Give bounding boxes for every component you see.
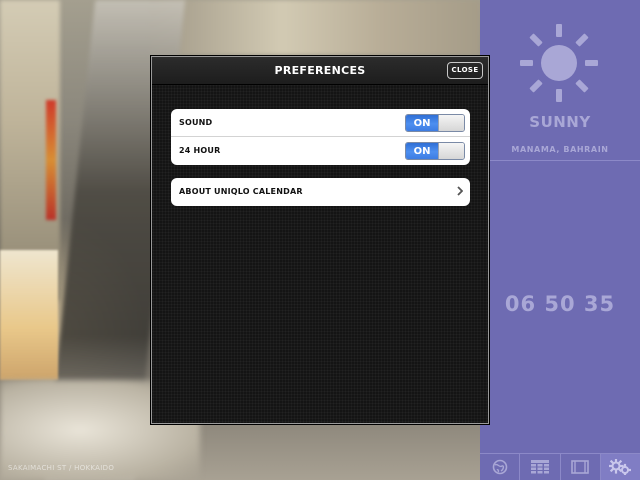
toggle-state: ON	[406, 143, 438, 159]
tab-settings[interactable]	[599, 454, 640, 480]
weather-location: MANAMA, BAHRAIN	[511, 145, 609, 154]
globe-icon	[492, 459, 507, 475]
about-row[interactable]: ABOUT UNIQLO CALENDAR	[171, 178, 470, 205]
about-group: ABOUT UNIQLO CALENDAR	[171, 178, 470, 206]
close-button[interactable]: CLOSE	[447, 62, 483, 79]
setting-label: 24 HOUR	[179, 145, 221, 155]
calendar-grid-icon	[530, 460, 549, 474]
weather-condition: SUNNY	[529, 113, 591, 131]
chevron-right-icon	[457, 186, 463, 196]
toggle-knob	[438, 143, 464, 159]
clock-display: 06 50 35	[504, 292, 616, 316]
photo-building-lower	[0, 250, 58, 380]
panel-divider	[480, 160, 640, 161]
settings-group: SOUND ON 24 HOUR ON	[171, 109, 470, 165]
photo-credit: SAKAIMACHI ST / HOKKAIDO	[8, 464, 115, 472]
photo-building-top	[150, 0, 480, 55]
dialog-title: PREFERENCES	[274, 64, 366, 77]
setting-row-24-hour: 24 HOUR ON	[171, 136, 470, 163]
toggle-state: ON	[406, 115, 438, 131]
tab-world[interactable]	[480, 454, 519, 480]
sound-toggle[interactable]: ON	[405, 114, 465, 132]
film-icon	[571, 460, 589, 474]
gears-icon	[609, 459, 632, 475]
preferences-dialog: PREFERENCES CLOSE SOUND ON 24 HOUR ON AB…	[151, 56, 489, 424]
about-label: ABOUT UNIQLO CALENDAR	[179, 187, 303, 196]
toggle-knob	[438, 115, 464, 131]
photo-shop-signs	[46, 100, 56, 220]
tab-calendar[interactable]	[519, 454, 559, 480]
setting-row-sound: SOUND ON	[171, 109, 470, 136]
24-hour-toggle[interactable]: ON	[405, 142, 465, 160]
sun-icon	[520, 24, 598, 102]
dialog-header: PREFERENCES CLOSE	[152, 57, 488, 85]
bottom-tab-bar	[480, 453, 640, 480]
tab-film[interactable]	[559, 454, 600, 480]
setting-label: SOUND	[179, 118, 213, 127]
